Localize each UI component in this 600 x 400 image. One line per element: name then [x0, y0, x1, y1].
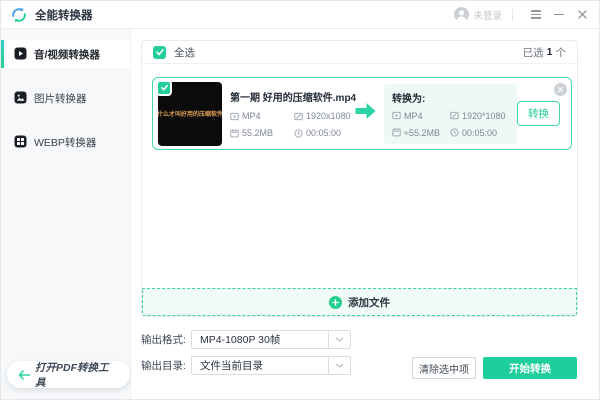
output-format-value: MP4-1080P 30帧	[200, 334, 281, 346]
source-resolution: 1920x1080	[294, 111, 352, 121]
file-list-panel: 全选 已选 1 个 什么才叫好用的压缩软件 第一期 好用的压缩软件.mp4 MP…	[141, 40, 578, 317]
file-card: 什么才叫好用的压缩软件 第一期 好用的压缩软件.mp4 MP4 1920x108…	[152, 77, 572, 150]
target-resolution-value: 1920*1080	[462, 110, 506, 121]
webp-converter-icon	[14, 135, 27, 148]
source-duration-value: 00:05:00	[306, 128, 342, 138]
sidebar-item-image-converter[interactable]: 图片转换器	[1, 84, 130, 112]
add-file-label: 添加文件	[348, 296, 390, 309]
sidebar-item-label: WEBP转换器	[34, 136, 97, 149]
select-all-checkbox[interactable]	[153, 45, 166, 59]
main-content: 全选 已选 1 个 什么才叫好用的压缩软件 第一期 好用的压缩软件.mp4 MP…	[131, 29, 599, 399]
convert-arrow-icon	[354, 102, 377, 125]
sidebar-item-webp-converter[interactable]: WEBP转换器	[1, 128, 130, 156]
app-logo-icon	[10, 6, 28, 24]
source-file-info: 第一期 好用的压缩软件.mp4 MP4 1920x1080 55.2MB 00:…	[230, 89, 357, 138]
back-arrow-icon	[18, 369, 30, 380]
duration-icon	[294, 128, 303, 138]
sidebar-item-label: 音/视频转换器	[34, 48, 100, 61]
open-pdf-tool-button[interactable]: 打开PDF转换工具	[7, 361, 130, 389]
output-format-label: 输出格式:	[141, 334, 186, 346]
selected-suffix: 个	[555, 46, 567, 59]
target-duration-value: 00:05:00	[462, 127, 498, 138]
file-selected-checkbox[interactable]	[156, 79, 172, 96]
target-format-value: MP4	[404, 110, 423, 121]
source-format: MP4	[230, 111, 294, 121]
target-size: ≈55.2MB	[392, 128, 450, 138]
titlebar-divider	[512, 8, 513, 21]
list-header: 全选 已选 1 个	[142, 41, 577, 64]
convert-button[interactable]: 转换	[517, 101, 560, 126]
file-name: 第一期 好用的压缩软件.mp4	[230, 93, 357, 104]
source-resolution-value: 1920x1080	[306, 111, 351, 121]
menu-icon[interactable]	[528, 7, 544, 23]
size-icon	[392, 128, 401, 137]
selected-prefix: 已选	[522, 46, 544, 59]
selected-count-info: 已选 1 个	[523, 45, 566, 60]
duration-icon	[450, 128, 459, 137]
login-status[interactable]: 未登录	[473, 8, 502, 22]
app-title: 全能转换器	[35, 9, 93, 22]
image-converter-icon	[14, 91, 27, 104]
source-duration: 00:05:00	[294, 128, 352, 138]
title-bar: 全能转换器 未登录	[1, 1, 599, 29]
sidebar-item-av-converter[interactable]: 音/视频转换器	[1, 40, 130, 68]
pdf-tool-label: 打开PDF转换工具	[35, 361, 109, 389]
resolution-icon	[450, 111, 459, 120]
selected-count: 1	[546, 46, 553, 58]
remove-file-icon[interactable]	[554, 83, 567, 96]
clear-selected-button[interactable]: 清除选中项	[412, 357, 476, 379]
minimize-icon[interactable]	[551, 7, 567, 23]
sidebar: 音/视频转换器 图片转换器 WEBP转换器 打开PDF转换工具	[1, 29, 131, 399]
target-label: 转换为:	[392, 93, 426, 105]
start-convert-button[interactable]: 开始转换	[483, 357, 577, 379]
output-format-select[interactable]: MP4-1080P 30帧	[191, 330, 351, 349]
target-file-info: 转换为: MP4 1920*1080 ≈55.2MB 00:05:00	[384, 83, 517, 144]
output-dir-row: 输出目录: 文件当前目录	[141, 356, 351, 375]
thumbnail-overlay-text: 什么才叫好用的压缩软件	[158, 112, 222, 118]
add-icon	[329, 295, 342, 309]
video-thumbnail: 什么才叫好用的压缩软件	[156, 79, 222, 146]
chevron-down-icon	[328, 357, 350, 374]
user-avatar[interactable]	[454, 7, 470, 22]
source-size-value: 55.2MB	[242, 128, 274, 138]
format-icon	[230, 112, 239, 121]
close-icon[interactable]	[574, 7, 590, 23]
output-format-row: 输出格式: MP4-1080P 30帧	[141, 330, 351, 349]
target-resolution: 1920*1080	[450, 111, 509, 121]
add-file-button[interactable]: 添加文件	[142, 288, 577, 316]
chevron-down-icon	[328, 331, 350, 348]
size-icon	[230, 129, 239, 138]
output-dir-value: 文件当前目录	[200, 360, 263, 372]
target-duration: 00:05:00	[450, 128, 509, 138]
sidebar-item-label: 图片转换器	[34, 92, 87, 105]
output-dir-label: 输出目录:	[141, 360, 186, 372]
select-all-label[interactable]: 全选	[174, 45, 195, 60]
resolution-icon	[294, 112, 303, 121]
format-icon	[392, 111, 401, 120]
video-converter-icon	[14, 47, 27, 60]
source-format-value: MP4	[242, 111, 261, 121]
app-window: 全能转换器 未登录 音/视频转换器 图片转换器 WEBP转换器 打开PDF转换工…	[0, 0, 600, 400]
target-format: MP4	[392, 111, 450, 121]
target-size-value: ≈55.2MB	[404, 127, 440, 138]
source-size: 55.2MB	[230, 128, 294, 138]
output-dir-select[interactable]: 文件当前目录	[191, 356, 351, 375]
